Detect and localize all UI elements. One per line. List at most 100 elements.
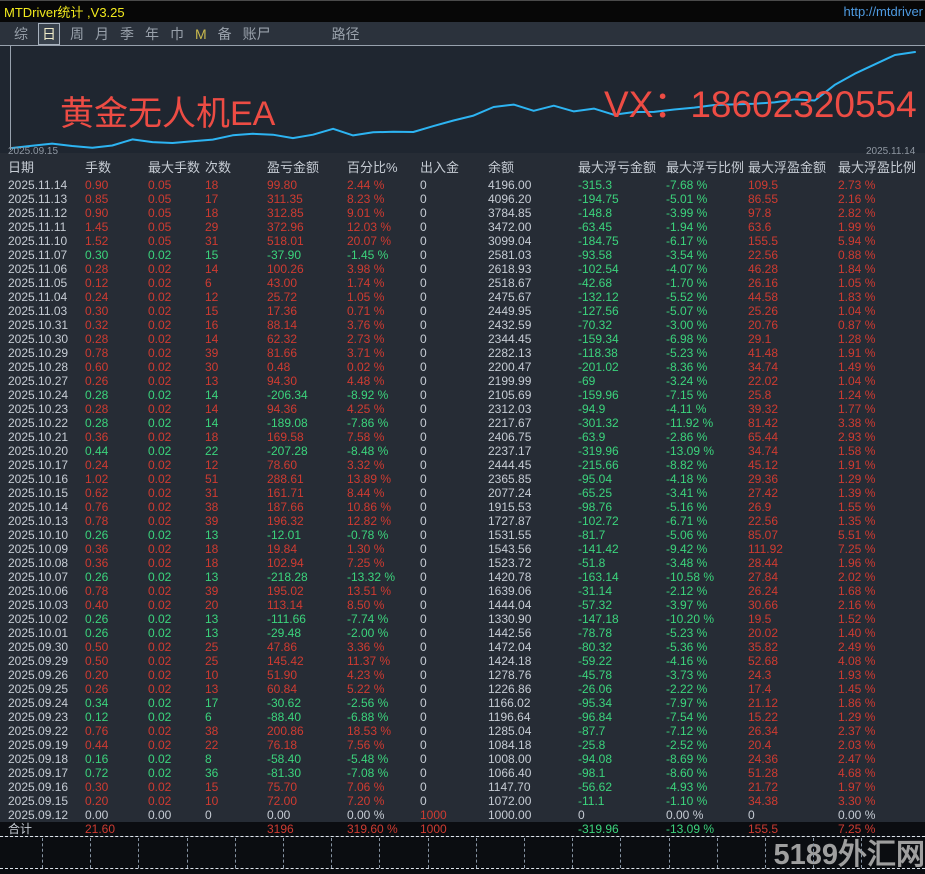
table-row[interactable]: 2025.10.13 0.78 0.02 39 196.32 12.82 % 0 1727.8… bbox=[0, 514, 925, 528]
table-row[interactable]: 2025.09.22 0.76 0.02 38 200.86 18.53 % 0 1285.0… bbox=[0, 724, 925, 738]
table-row[interactable]: 2025.10.14 0.76 0.02 38 187.66 10.86 % 0 1915.5… bbox=[0, 500, 925, 514]
table-row[interactable]: 2025.10.28 0.60 0.02 30 0.48 0.02 % 0 2200.47 -2… bbox=[0, 360, 925, 374]
table-row[interactable]: 2025.09.30 0.50 0.02 25 47.86 3.36 % 0 1472.04 -… bbox=[0, 640, 925, 654]
col-header-deposit-withdrawal[interactable]: 出入金 bbox=[418, 157, 486, 178]
table-row[interactable]: 2025.10.02 0.26 0.02 13 -111.66 -7.74 % 0 1330.… bbox=[0, 612, 925, 626]
cell-count: 20 bbox=[205, 598, 219, 612]
table-row[interactable]: 2025.10.06 0.78 0.02 39 195.02 13.51 % 0 1639.0… bbox=[0, 584, 925, 598]
cell-balance: 2581.03 bbox=[488, 248, 532, 262]
menu-item-zong[interactable]: 综 bbox=[14, 24, 28, 44]
table-row[interactable]: 2025.10.31 0.32 0.02 16 88.14 3.76 % 0 2432.59 -… bbox=[0, 318, 925, 332]
table-row[interactable]: 2025.10.01 0.26 0.02 13 -29.48 -2.00 % 0 1442.5… bbox=[0, 626, 925, 640]
timeline-tick bbox=[138, 838, 140, 868]
cell-max-float-profit: 24.36 bbox=[748, 752, 779, 766]
table-row[interactable]: 2025.11.06 0.28 0.02 14 100.26 3.98 % 0 2618.93… bbox=[0, 262, 925, 276]
cell-pnl: -218.28 bbox=[267, 570, 308, 584]
cell-lots: 0.12 bbox=[85, 710, 109, 724]
cell-pnl-pct: -5.48 % bbox=[347, 752, 389, 766]
table-row[interactable]: 2025.09.23 0.12 0.02 6 -88.40 -6.88 % 0 1196.64… bbox=[0, 710, 925, 724]
cell-date: 2025.10.20 bbox=[8, 444, 69, 458]
col-header-max-float-loss-pct[interactable]: 最大浮亏比例 bbox=[663, 157, 746, 178]
table-row[interactable]: 2025.11.05 0.12 0.02 6 43.00 1.74 % 0 2518.67 -4… bbox=[0, 276, 925, 290]
cell-date: 2025.11.13 bbox=[8, 192, 68, 206]
table-row[interactable]: 2025.10.07 0.26 0.02 13 -218.28 -13.32 % 0 1420… bbox=[0, 570, 925, 584]
col-header-pnl-pct[interactable]: 百分比% bbox=[345, 157, 418, 178]
table-row[interactable]: 2025.09.12 0.00 0.00 0 0.00 0.00 % 1000 1000.00… bbox=[0, 808, 925, 822]
cell-lots: 0.62 bbox=[85, 486, 109, 500]
menu-item-quarter[interactable]: 季 bbox=[120, 24, 134, 44]
table-row[interactable]: 2025.10.09 0.36 0.02 18 19.84 1.30 % 0 1543.56 -… bbox=[0, 542, 925, 556]
table-row[interactable]: 2025.10.20 0.44 0.02 22 -207.28 -8.48 % 0 2237.… bbox=[0, 444, 925, 458]
cell-lots: 0.28 bbox=[85, 262, 109, 276]
table-row[interactable]: 2025.09.19 0.44 0.02 22 76.18 7.56 % 0 1084.18 -… bbox=[0, 738, 925, 752]
table-row[interactable]: 2025.11.13 0.85 0.05 17 311.35 8.23 % 0 4096.20… bbox=[0, 192, 925, 206]
cell-balance: 1442.56 bbox=[488, 626, 532, 640]
cell-balance: 3784.85 bbox=[488, 206, 532, 220]
table-row[interactable]: 2025.10.21 0.36 0.02 18 169.58 7.58 % 0 2406.75… bbox=[0, 430, 925, 444]
table-row[interactable]: 2025.10.30 0.28 0.02 14 62.32 2.73 % 0 2344.45 -… bbox=[0, 332, 925, 346]
menu-item-year[interactable]: 年 bbox=[145, 24, 159, 44]
cell-pnl-pct: 3.98 % bbox=[347, 262, 385, 276]
menu-item-day-active[interactable]: 日 bbox=[38, 22, 60, 45]
cell-max-float-profit: 21.12 bbox=[748, 696, 779, 710]
col-header-max-float-profit[interactable]: 最大浮盈金额 bbox=[746, 157, 836, 178]
cell-max-float-loss: -194.75 bbox=[578, 192, 619, 206]
cell-pnl-pct: -8.92 % bbox=[347, 388, 389, 402]
table-row[interactable]: 2025.09.16 0.30 0.02 15 75.70 7.06 % 0 1147.70 -… bbox=[0, 780, 925, 794]
cell-max-lots: 0.05 bbox=[148, 234, 172, 248]
menu-item-path[interactable]: 路径 bbox=[332, 24, 360, 44]
table-row[interactable]: 2025.10.29 0.78 0.02 39 81.66 3.71 % 0 2282.13 -… bbox=[0, 346, 925, 360]
menu-item-m[interactable]: M bbox=[195, 26, 207, 42]
table-row[interactable]: 2025.10.08 0.36 0.02 18 102.94 7.25 % 0 1523.72… bbox=[0, 556, 925, 570]
table-row[interactable]: 2025.10.17 0.24 0.02 12 78.60 3.32 % 0 2444.45 -… bbox=[0, 458, 925, 472]
table-row[interactable]: 2025.10.15 0.62 0.02 31 161.71 8.44 % 0 2077.24… bbox=[0, 486, 925, 500]
table-row[interactable]: 2025.11.03 0.30 0.02 15 17.36 0.71 % 0 2449.95 -… bbox=[0, 304, 925, 318]
table-row[interactable]: 2025.09.26 0.20 0.02 10 51.90 4.23 % 0 1278.76 -… bbox=[0, 668, 925, 682]
cell-max-float-loss-pct: -5.23 % bbox=[666, 626, 708, 640]
table-row[interactable]: 2025.10.03 0.40 0.02 20 113.14 8.50 % 0 1444.04… bbox=[0, 598, 925, 612]
col-header-date[interactable]: 日期 bbox=[0, 157, 80, 178]
cell-lots: 0.78 bbox=[85, 514, 109, 528]
table-row[interactable]: 2025.10.22 0.28 0.02 14 -189.08 -7.86 % 0 2217.… bbox=[0, 416, 925, 430]
menu-item-week[interactable]: 周 bbox=[70, 24, 84, 44]
table-row[interactable]: 2025.09.25 0.26 0.02 13 60.84 5.22 % 0 1226.86 -… bbox=[0, 682, 925, 696]
cell-count: 39 bbox=[205, 584, 219, 598]
cell-balance: 2105.69 bbox=[488, 388, 532, 402]
table-row[interactable]: 2025.10.10 0.26 0.02 13 -12.01 -0.78 % 0 1531.5… bbox=[0, 528, 925, 542]
table-row[interactable]: 2025.11.10 1.52 0.05 31 518.01 20.07 % 0 3099.0… bbox=[0, 234, 925, 248]
col-header-balance[interactable]: 余额 bbox=[486, 157, 576, 178]
table-row[interactable]: 2025.11.11 1.45 0.05 29 372.96 12.03 % 0 3472.0… bbox=[0, 220, 925, 234]
col-header-pnl[interactable]: 盈亏金额 bbox=[260, 157, 345, 178]
table-row[interactable]: 2025.09.17 0.72 0.02 36 -81.30 -7.08 % 0 1066.4… bbox=[0, 766, 925, 780]
col-header-max-float-profit-pct[interactable]: 最大浮盈比例 bbox=[836, 157, 925, 178]
menu-item-currency[interactable]: 巾 bbox=[170, 24, 184, 44]
table-row[interactable]: 2025.09.29 0.50 0.02 25 145.42 11.37 % 0 1424.1… bbox=[0, 654, 925, 668]
cell-max-lots: 0.02 bbox=[148, 500, 172, 514]
table-row[interactable]: 2025.10.16 1.02 0.02 51 288.61 13.89 % 0 2365.8… bbox=[0, 472, 925, 486]
table-row[interactable]: 2025.11.14 0.90 0.05 18 99.80 2.44 % 0 4196.00 -… bbox=[0, 178, 925, 192]
cell-balance: 1420.78 bbox=[488, 570, 532, 584]
menu-item-backup[interactable]: 备 bbox=[218, 24, 232, 44]
menu-item-account[interactable]: 账尸 bbox=[243, 24, 271, 44]
cell-max-float-loss-pct: -1.94 % bbox=[666, 220, 708, 234]
cell-max-float-profit-pct: 2.93 % bbox=[838, 430, 876, 444]
menu-item-month[interactable]: 月 bbox=[95, 24, 109, 44]
col-header-count[interactable]: 次数 bbox=[200, 157, 260, 178]
col-header-max-lots[interactable]: 最大手数 bbox=[140, 157, 200, 178]
table-row[interactable]: 2025.11.04 0.24 0.02 12 25.72 1.05 % 0 2475.67 -… bbox=[0, 290, 925, 304]
table-row[interactable]: 2025.10.27 0.26 0.02 13 94.30 4.48 % 0 2199.99 -… bbox=[0, 374, 925, 388]
table-row[interactable]: 2025.11.07 0.30 0.02 15 -37.90 -1.45 % 0 2581.0… bbox=[0, 248, 925, 262]
timeline-tick bbox=[620, 838, 622, 868]
table-row[interactable]: 2025.10.24 0.28 0.02 14 -206.34 -8.92 % 0 2105.… bbox=[0, 388, 925, 402]
cell-max-float-loss-pct: -5.07 % bbox=[666, 304, 708, 318]
cell-max-float-profit-pct: 0.87 % bbox=[838, 318, 876, 332]
table-row[interactable]: 2025.09.18 0.16 0.02 8 -58.40 -5.48 % 0 1008.00… bbox=[0, 752, 925, 766]
table-row[interactable]: 2025.09.15 0.20 0.02 10 72.00 7.20 % 0 1072.00-… bbox=[0, 794, 925, 808]
col-header-lots[interactable]: 手数 bbox=[80, 157, 140, 178]
cell-max-float-profit-pct: 2.73 % bbox=[838, 178, 876, 192]
col-header-max-float-loss[interactable]: 最大浮亏金额 bbox=[576, 157, 663, 178]
table-row[interactable]: 2025.09.24 0.34 0.02 17 -30.62 -2.56 % 0 1166.0… bbox=[0, 696, 925, 710]
table-row[interactable]: 2025.11.12 0.90 0.05 18 312.85 9.01 % 0 3784.85… bbox=[0, 206, 925, 220]
vendor-url-link[interactable]: http://mtdriver bbox=[844, 4, 923, 19]
table-row[interactable]: 2025.10.23 0.28 0.02 14 94.36 4.25 % 0 2312.03 -… bbox=[0, 402, 925, 416]
